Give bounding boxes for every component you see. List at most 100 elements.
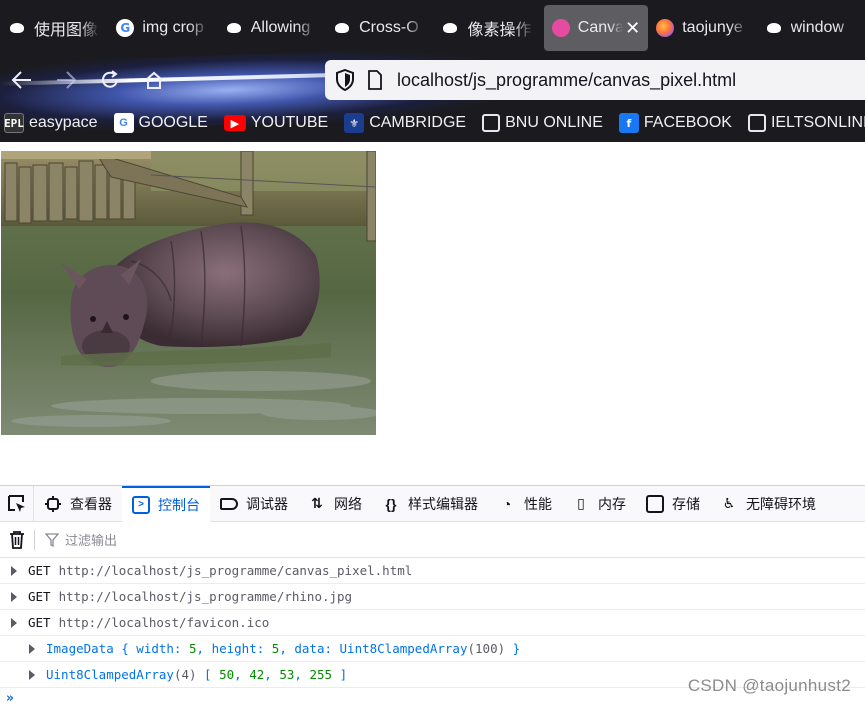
inspector-icon <box>44 495 62 513</box>
tab-label: 内存 <box>598 495 626 512</box>
browser-tab[interactable]: window <box>757 5 865 51</box>
array-value: 255 <box>309 667 333 682</box>
tab-performance[interactable]: ◔ 性能 <box>488 486 562 522</box>
request-url[interactable]: http://localhost/js_programme/canvas_pix… <box>59 563 413 578</box>
expand-arrow-icon[interactable] <box>0 618 28 628</box>
expand-arrow-icon[interactable] <box>0 644 46 654</box>
bookmark-label: BNU ONLINE <box>505 114 603 131</box>
google-icon: G <box>116 19 135 37</box>
home-button[interactable] <box>132 58 176 102</box>
epl-icon: EPL <box>4 113 24 133</box>
console-icon: > <box>132 495 150 514</box>
url-bar[interactable]: localhost/js_programme/canvas_pixel.html <box>325 60 865 100</box>
storage-icon <box>646 494 664 513</box>
expand-arrow-icon[interactable] <box>0 566 28 576</box>
browser-tab[interactable]: G img crop <box>108 5 216 51</box>
network-log-row[interactable]: GET http://localhost/js_programme/canvas… <box>0 558 865 584</box>
close-icon[interactable]: ✕ <box>625 18 640 39</box>
object-text: , data: Uint8ClampedArray <box>279 641 468 656</box>
browser-tab[interactable]: 使用图像 <box>0 5 108 51</box>
clear-console-button[interactable] <box>0 530 34 549</box>
style-editor-icon: {} <box>385 495 397 512</box>
memory-icon: ▯ <box>577 495 585 511</box>
tab-title: taojunye <box>682 19 743 36</box>
request-url[interactable]: http://localhost/js_programme/rhino.jpg <box>59 589 353 604</box>
forward-button[interactable] <box>44 58 88 102</box>
browser-tab[interactable]: taojunye <box>648 5 756 51</box>
network-log-row[interactable]: GET http://localhost/favicon.ico <box>0 610 865 636</box>
object-text: ImageData { width: <box>46 641 189 656</box>
paw-icon <box>441 19 459 37</box>
bookmark-bnu-online[interactable]: BNU ONLINE <box>482 114 603 132</box>
tab-network[interactable]: ⇅ 网络 <box>298 486 372 522</box>
paw-icon <box>225 19 243 37</box>
prompt-icon: » <box>6 690 14 706</box>
globe-icon <box>482 114 501 132</box>
tab-inspector[interactable]: 查看器 <box>34 486 122 522</box>
bookmark-facebook[interactable]: f FACEBOOK <box>618 113 732 133</box>
url-text[interactable]: localhost/js_programme/canvas_pixel.html <box>397 70 736 91</box>
performance-icon: ◔ <box>502 495 512 512</box>
object-text: , <box>264 667 280 682</box>
bookmark-label: GOOGLE <box>138 114 208 131</box>
tab-label: 调试器 <box>246 495 288 512</box>
array-value: 53 <box>279 667 295 682</box>
accessibility-icon: ♿ <box>722 495 736 511</box>
tab-label: 控制台 <box>158 496 200 513</box>
browser-tab[interactable]: 像素操作 <box>433 5 541 51</box>
imagedata-log-row[interactable]: ImageData { width: 5, height: 5, data: U… <box>0 636 865 662</box>
bookmark-cambridge[interactable]: ⚜ CAMBRIDGE <box>344 113 466 133</box>
browser-tab[interactable]: Cross-O <box>325 5 433 51</box>
tab-style-editor[interactable]: {} 样式编辑器 <box>372 486 488 522</box>
request-url[interactable]: http://localhost/favicon.ico <box>59 615 270 630</box>
bookmarks-toolbar: EPL easypace G GOOGLE ▶ YOUTUBE ⚜ CAMBRI… <box>0 104 865 142</box>
browser-chrome: 使用图像 G img crop Allowing Cross-O 像素操作 Ca… <box>0 0 865 142</box>
http-method: GET <box>28 589 51 604</box>
object-text: , <box>234 667 250 682</box>
rhino-image <box>1 151 376 435</box>
filter-input[interactable]: 过滤输出 <box>65 530 117 549</box>
tab-label: 样式编辑器 <box>408 495 478 512</box>
back-button[interactable] <box>0 58 44 102</box>
object-text: , <box>294 667 310 682</box>
expand-arrow-icon[interactable] <box>0 670 46 680</box>
tab-title: 像素操作 <box>467 22 532 39</box>
network-log-row[interactable]: GET http://localhost/js_programme/rhino.… <box>0 584 865 610</box>
shield-icon[interactable] <box>335 69 355 91</box>
tab-console[interactable]: > 控制台 <box>122 485 210 522</box>
debugger-icon <box>220 497 238 510</box>
filter-icon <box>45 532 59 547</box>
reload-button[interactable] <box>88 58 132 102</box>
imagedata-object[interactable]: ImageData { width: 5, height: 5, data: U… <box>46 641 520 656</box>
http-method: GET <box>28 615 51 630</box>
tab-strip: 使用图像 G img crop Allowing Cross-O 像素操作 Ca… <box>0 0 865 56</box>
object-text: [ <box>196 667 220 682</box>
globe-icon <box>747 114 766 132</box>
browser-tab[interactable]: Allowing <box>217 5 325 51</box>
object-text: Uint8ClampedArray <box>46 667 174 682</box>
browser-tab-active[interactable]: Canvas ✕ <box>543 5 649 51</box>
tab-label: 性能 <box>524 495 552 512</box>
bookmark-youtube[interactable]: ▶ YOUTUBE <box>223 114 328 132</box>
array-count: (4) <box>173 667 197 682</box>
console-filter-row: 过滤输出 <box>0 522 865 558</box>
tab-label: 网络 <box>334 495 362 512</box>
bookmark-ieltsonline[interactable]: IELTSONLINE <box>747 114 865 132</box>
tab-storage[interactable]: 存储 <box>636 486 710 522</box>
paw-icon <box>8 19 26 37</box>
bookmark-label: CAMBRIDGE <box>369 114 467 131</box>
bookmark-label: FACEBOOK <box>643 114 732 131</box>
bookmark-google[interactable]: G GOOGLE <box>113 113 208 133</box>
uint8-array-object[interactable]: Uint8ClampedArray(4) [ 50, 42, 53, 255 ] <box>46 667 347 682</box>
element-picker-button[interactable] <box>0 485 34 522</box>
bookmark-easypace[interactable]: EPL easypace <box>4 113 98 133</box>
tab-accessibility[interactable]: ♿ 无障碍环境 <box>710 486 826 522</box>
google-icon: G <box>113 113 134 133</box>
tab-memory[interactable]: ▯ 内存 <box>562 486 636 522</box>
arrow-left-icon <box>11 71 31 89</box>
devtools-toolbar: 查看器 > 控制台 调试器 ⇅ 网络 {} 样式编辑器 ◔ 性能 ▯ 内存 存储 <box>0 485 865 522</box>
tab-debugger[interactable]: 调试器 <box>210 486 298 522</box>
canvas-icon <box>551 19 570 37</box>
array-value: 50 <box>219 667 235 682</box>
expand-arrow-icon[interactable] <box>0 592 28 602</box>
